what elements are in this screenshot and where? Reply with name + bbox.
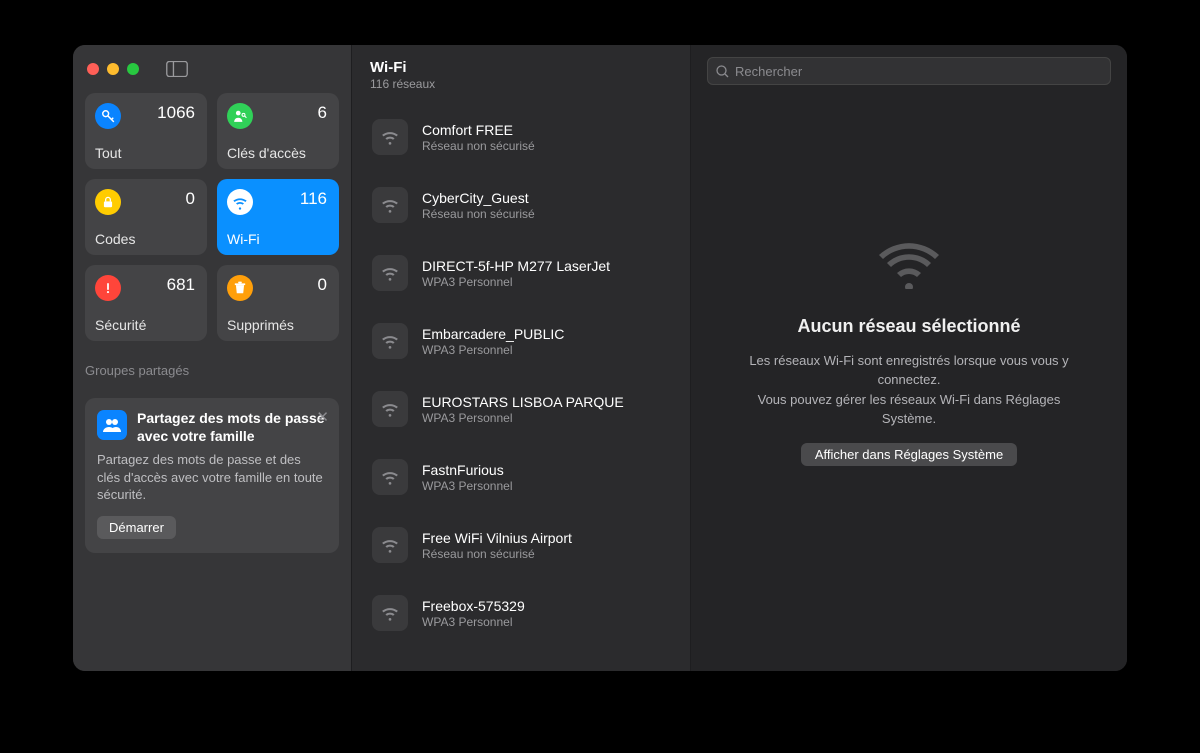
category-label: Tout xyxy=(95,145,121,161)
zoom-window-button[interactable] xyxy=(127,63,139,75)
wifi-icon xyxy=(372,323,408,359)
wifi-icon xyxy=(227,189,253,215)
network-security: WPA3 Personnel xyxy=(422,275,610,289)
traffic-lights xyxy=(87,63,139,75)
network-name: Freebox-575329 xyxy=(422,598,525,614)
category-count: 0 xyxy=(186,189,195,209)
network-security: WPA3 Personnel xyxy=(422,343,564,357)
category-tile-supprim-s[interactable]: 0 Supprimés xyxy=(217,265,339,341)
detail-pane: Aucun réseau sélectionné Les réseaux Wi-… xyxy=(691,45,1127,671)
category-tile-s-curit-[interactable]: 681 Sécurité xyxy=(85,265,207,341)
category-label: Supprimés xyxy=(227,317,294,333)
detail-text-2: Vous pouvez gérer les réseaux Wi-Fi dans… xyxy=(731,390,1087,429)
family-share-icon xyxy=(97,410,127,440)
share-card-body: Partagez des mots de passe et des clés d… xyxy=(97,451,327,504)
wifi-icon xyxy=(372,255,408,291)
network-item[interactable]: Comfort FREERéseau non sécurisé xyxy=(364,111,678,163)
category-count: 681 xyxy=(167,275,195,295)
list-header: Wi-Fi 116 réseaux xyxy=(352,45,690,101)
share-start-button[interactable]: Démarrer xyxy=(97,516,176,539)
network-security: Réseau non sécurisé xyxy=(422,207,535,221)
network-item[interactable]: CyberCity_GuestRéseau non sécurisé xyxy=(364,179,678,231)
network-item[interactable]: FastnFuriousWPA3 Personnel xyxy=(364,451,678,503)
category-count: 116 xyxy=(300,189,327,209)
network-item[interactable]: Embarcadere_PUBLICWPA3 Personnel xyxy=(364,315,678,367)
shared-groups-label: Groupes partagés xyxy=(85,363,339,378)
sidebar: 1066 Tout 6 Clés d'accès 0 Codes 116 Wi-Fi 681 Sé… xyxy=(73,45,351,671)
network-name: CyberCity_Guest xyxy=(422,190,535,206)
category-count: 1066 xyxy=(157,103,195,123)
open-system-settings-button[interactable]: Afficher dans Réglages Système xyxy=(801,443,1017,466)
network-name: Comfort FREE xyxy=(422,122,535,138)
network-item[interactable]: Freebox-575329WPA3 Personnel xyxy=(364,587,678,639)
network-name: DIRECT-5f-HP M277 LaserJet xyxy=(422,258,610,274)
passwords-window: 1066 Tout 6 Clés d'accès 0 Codes 116 Wi-Fi 681 Sé… xyxy=(73,45,1127,671)
trash-icon xyxy=(227,275,253,301)
search-field[interactable] xyxy=(707,57,1111,85)
category-tile-wi-fi[interactable]: 116 Wi-Fi xyxy=(217,179,339,255)
network-name: EUROSTARS LISBOA PARQUE xyxy=(422,394,624,410)
close-window-button[interactable] xyxy=(87,63,99,75)
wifi-icon xyxy=(372,119,408,155)
toggle-sidebar-button[interactable] xyxy=(163,59,191,79)
share-promo-card: ✕ Partagez des mots de passe avec votre … xyxy=(85,398,339,553)
network-list-column: Wi-Fi 116 réseaux Comfort FREERéseau non… xyxy=(351,45,691,671)
network-security: Réseau non sécurisé xyxy=(422,139,535,153)
network-security: Réseau non sécurisé xyxy=(422,547,572,561)
category-label: Codes xyxy=(95,231,135,247)
category-count: 0 xyxy=(318,275,327,295)
detail-title: Aucun réseau sélectionné xyxy=(797,316,1020,337)
network-security: WPA3 Personnel xyxy=(422,479,513,493)
network-name: Embarcadere_PUBLIC xyxy=(422,326,564,342)
network-item[interactable]: Free WiFi Vilnius AirportRéseau non sécu… xyxy=(364,519,678,571)
titlebar xyxy=(85,55,339,93)
category-grid: 1066 Tout 6 Clés d'accès 0 Codes 116 Wi-Fi 681 Sé… xyxy=(85,93,339,341)
list-subtitle: 116 réseaux xyxy=(370,77,672,91)
search-input[interactable] xyxy=(735,64,1102,79)
lock-icon xyxy=(95,189,121,215)
network-name: FastnFurious xyxy=(422,462,513,478)
key-icon xyxy=(95,103,121,129)
network-item[interactable]: EUROSTARS LISBOA PARQUEWPA3 Personnel xyxy=(364,383,678,435)
share-card-title: Partagez des mots de passe avec votre fa… xyxy=(137,410,327,445)
wifi-icon xyxy=(372,595,408,631)
alert-icon xyxy=(95,275,121,301)
network-item[interactable]: DIRECT-5f-HP M277 LaserJetWPA3 Personnel xyxy=(364,247,678,299)
list-title: Wi-Fi xyxy=(370,59,672,76)
wifi-icon xyxy=(372,391,408,427)
wifi-icon xyxy=(372,187,408,223)
close-icon[interactable]: ✕ xyxy=(316,408,329,426)
network-list[interactable]: Comfort FREERéseau non sécuriséCyberCity… xyxy=(352,101,690,671)
detail-text-1: Les réseaux Wi-Fi sont enregistrés lorsq… xyxy=(731,351,1087,390)
network-name: Free WiFi Vilnius Airport xyxy=(422,530,572,546)
category-label: Clés d'accès xyxy=(227,145,306,161)
search-icon xyxy=(716,65,729,78)
network-security: WPA3 Personnel xyxy=(422,615,525,629)
wifi-placeholder-icon xyxy=(879,243,939,294)
category-tile-cl-s-d-acc-s[interactable]: 6 Clés d'accès xyxy=(217,93,339,169)
category-label: Sécurité xyxy=(95,317,146,333)
wifi-icon xyxy=(372,527,408,563)
category-label: Wi-Fi xyxy=(227,231,260,247)
minimize-window-button[interactable] xyxy=(107,63,119,75)
category-tile-codes[interactable]: 0 Codes xyxy=(85,179,207,255)
wifi-icon xyxy=(372,459,408,495)
category-tile-tout[interactable]: 1066 Tout xyxy=(85,93,207,169)
person-key-icon xyxy=(227,103,253,129)
category-count: 6 xyxy=(318,103,327,123)
network-security: WPA3 Personnel xyxy=(422,411,624,425)
